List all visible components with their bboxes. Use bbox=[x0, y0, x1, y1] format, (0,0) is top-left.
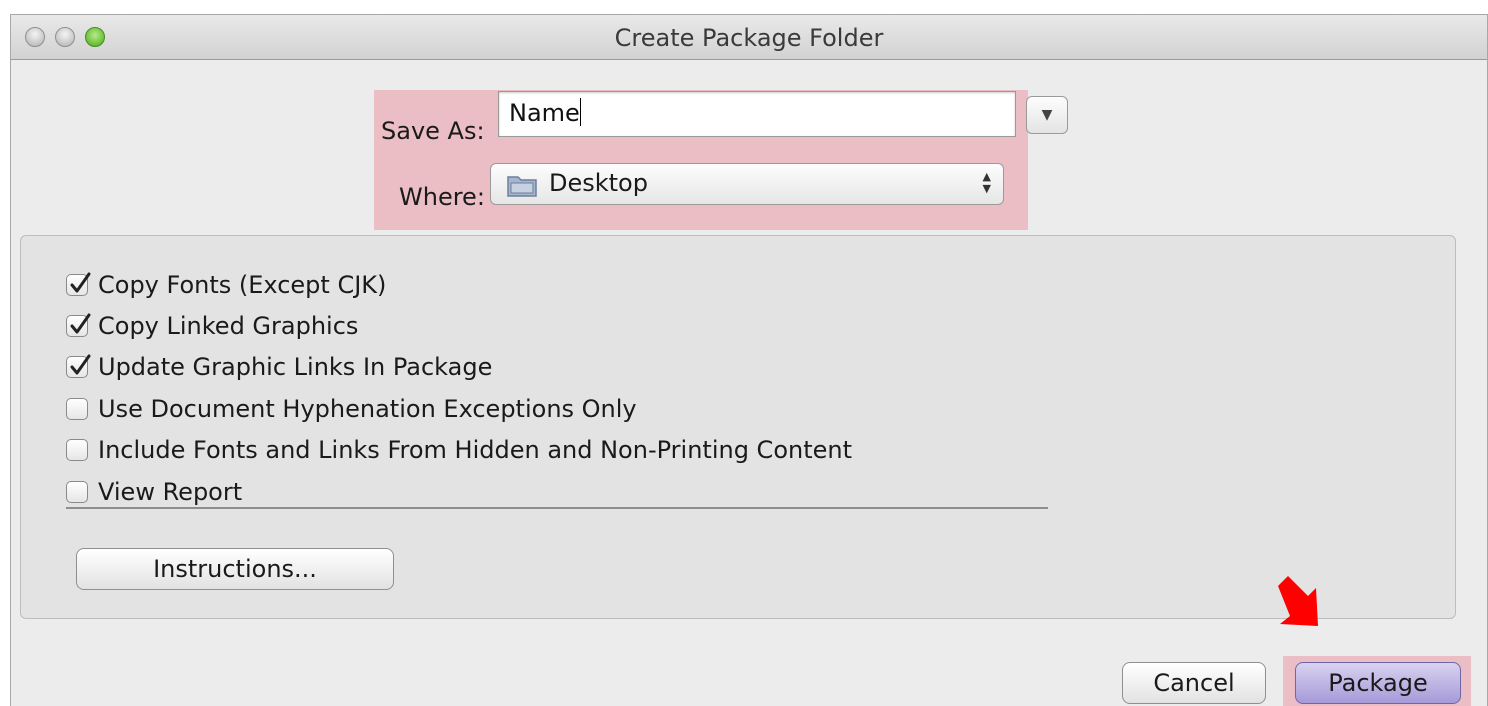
instructions-button[interactable]: Instructions... bbox=[76, 548, 394, 590]
where-value: Desktop bbox=[549, 169, 648, 197]
disclosure-triangle-icon[interactable]: ▼ bbox=[1026, 96, 1068, 134]
option-label: Update Graphic Links In Package bbox=[98, 353, 493, 381]
option-label: View Report bbox=[98, 478, 243, 506]
where-label: Where: bbox=[399, 183, 485, 211]
checkbox-copy-linked-graphics[interactable] bbox=[66, 313, 91, 337]
option-hidden-content[interactable]: Include Fonts and Links From Hidden and … bbox=[66, 433, 852, 467]
updown-arrows-icon: ▲ ▼ bbox=[982, 170, 991, 195]
save-as-value: Name bbox=[509, 99, 580, 127]
where-popup[interactable]: Desktop ▲ ▼ bbox=[490, 163, 1004, 205]
option-copy-linked-graphics[interactable]: Copy Linked Graphics bbox=[66, 309, 358, 343]
option-label: Use Document Hyphenation Exceptions Only bbox=[98, 395, 637, 423]
red-arrow-icon bbox=[1278, 576, 1318, 626]
option-label: Copy Linked Graphics bbox=[98, 312, 359, 340]
checkmark-icon bbox=[70, 354, 91, 375]
cancel-button[interactable]: Cancel bbox=[1122, 662, 1266, 704]
separator bbox=[66, 507, 1048, 509]
option-label: Copy Fonts (Except CJK) bbox=[98, 271, 387, 299]
folder-icon bbox=[507, 176, 537, 197]
title-bar: Create Package Folder bbox=[11, 15, 1487, 60]
option-label: Include Fonts and Links From Hidden and … bbox=[98, 436, 853, 464]
checkbox-hidden-content[interactable] bbox=[66, 439, 88, 461]
option-update-graphic-links[interactable]: Update Graphic Links In Package bbox=[66, 350, 492, 384]
option-hyphenation-exceptions[interactable]: Use Document Hyphenation Exceptions Only bbox=[66, 392, 637, 426]
save-as-field[interactable]: Name bbox=[498, 91, 1016, 137]
option-copy-fonts[interactable]: Copy Fonts (Except CJK) bbox=[66, 268, 386, 302]
window-title: Create Package Folder bbox=[614, 24, 884, 52]
checkmark-icon bbox=[70, 272, 91, 293]
checkbox-hyphenation-exceptions[interactable] bbox=[66, 398, 88, 420]
checkmark-icon bbox=[70, 313, 91, 334]
checkbox-update-graphic-links[interactable] bbox=[66, 354, 91, 378]
package-button[interactable]: Package bbox=[1295, 662, 1461, 704]
option-view-report[interactable]: View Report bbox=[66, 475, 242, 509]
save-as-label: Save As: bbox=[381, 117, 485, 145]
checkbox-view-report[interactable] bbox=[66, 481, 88, 503]
text-caret bbox=[579, 98, 581, 126]
checkbox-copy-fonts[interactable] bbox=[66, 272, 91, 296]
